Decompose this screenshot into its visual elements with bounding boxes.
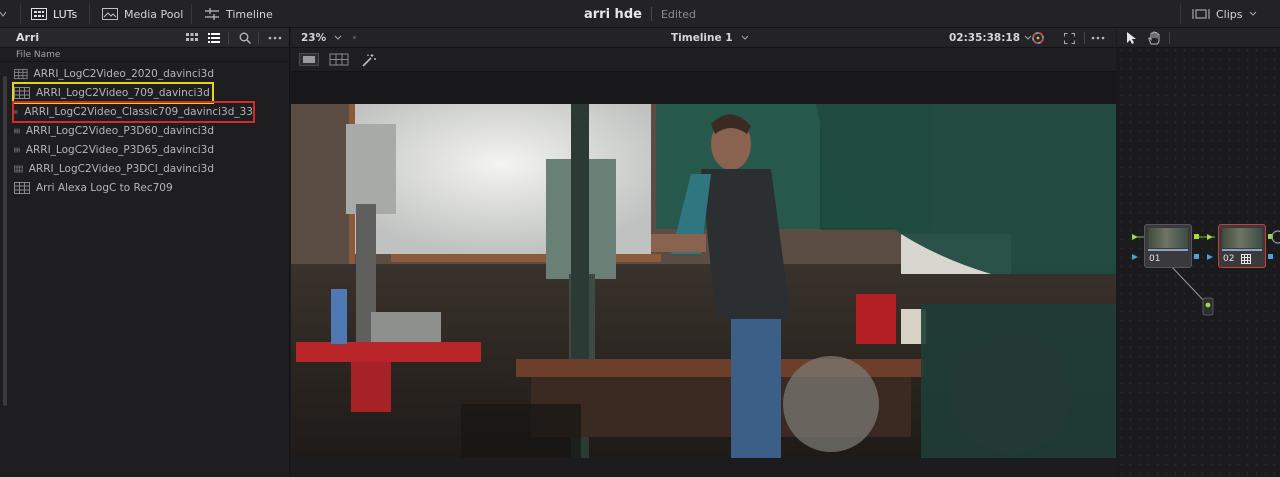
lut-file-icon [14,182,30,194]
clips-button[interactable]: Clips [1192,0,1257,28]
lut-item[interactable]: ARRI_LogC2Video_2020_davinci3d [14,65,214,83]
search-icon [239,32,251,44]
lut-file-icon [14,147,20,153]
grid-view-icon [186,33,198,41]
lut-file-icon [14,165,23,173]
fullscreen-icon [1064,32,1075,44]
lut-file-icon [14,68,28,80]
thumbnail-view-button[interactable] [181,28,203,48]
timeline-name: Timeline 1 [671,32,733,44]
left-edge-stub [0,0,8,28]
file-name-column-header[interactable]: File Name [0,48,289,62]
viewer-header: 23% Timeline 1 02:35:38:18 [291,28,1116,48]
bin-name: Arri [16,31,40,44]
lut-item-highlighted-yellow[interactable]: ARRI_LogC2Video_709_davinci3d [12,82,214,104]
lut-item-label: ARRI_LogC2Video_P3DCI_davinci3d [28,163,214,175]
input-arrow-icon [1132,254,1138,260]
project-title: arri hde [583,6,642,22]
chevron-icon [0,11,6,17]
list-view-icon [208,33,220,43]
media-pool-tab[interactable]: Media Pool [102,0,183,28]
node-02-selected[interactable]: 02 [1218,224,1266,268]
project-status: Edited [660,7,697,21]
lut-item-label: ARRI_LogC2Video_P3D60_davinci3d [25,125,214,137]
chevron-down-icon [1249,11,1256,16]
lut-browser-header: Arri [0,28,289,48]
project-title-area: arri hde Edited [0,0,1280,28]
node-thumbnail [1222,228,1262,248]
output-port[interactable] [1194,234,1199,239]
luts-tab-label: LUTs [53,7,78,21]
magic-wand-button[interactable] [361,53,377,67]
lut-item[interactable]: Arri Alexa LogC to Rec709 [14,179,214,197]
lut-grid-icon [1241,254,1251,264]
node-editor-panel[interactable]: 01 02 [1117,28,1280,477]
magic-wand-icon [362,54,376,67]
lut-item-label: ARRI_LogC2Video_2020_davinci3d [33,68,214,80]
timeline-tab-label: Timeline [226,7,273,21]
viewer-panel: 23% Timeline 1 02:35:38:18 [291,28,1116,477]
gallery-viewer-button[interactable] [329,53,349,66]
column-header-label: File Name [16,49,61,60]
timecode: 02:35:38:18 [949,32,1021,44]
gallery-icon [329,53,349,66]
top-toolbar: LUTs Media Pool Timeline arri hde Edited… [0,0,1280,28]
zoom-dropdown[interactable]: 23% [301,28,342,48]
lut-item[interactable]: ARRI_LogC2Video_P3D65_davinci3d [14,141,214,159]
node-label: 02 [1223,254,1235,264]
single-viewer-button[interactable] [299,53,319,66]
timeline-icon [205,8,219,20]
single-viewer-icon [303,56,315,63]
more-icon [268,36,282,40]
lut-item-label: ARRI_LogC2Video_P3D65_davinci3d [25,144,214,156]
input-arrow-icon [1132,234,1138,240]
luts-tab[interactable]: LUTs [31,0,77,28]
timeline-output-icon [1271,230,1280,244]
lut-item-label: ARRI_LogC2Video_Classic709_davinci3d_33 [24,106,253,118]
clips-label: Clips [1216,7,1243,21]
lut-file-icon [14,128,20,134]
color-wheel-icon [1032,32,1044,44]
media-pool-tab-label: Media Pool [124,7,184,21]
chevron-down-icon [741,35,748,40]
viewer-footer [291,458,1116,477]
fullscreen-button[interactable] [1064,28,1075,48]
input-arrow-icon [1207,254,1213,260]
more-options-button[interactable] [264,28,286,48]
clips-icon [1192,9,1210,19]
more-icon [1091,36,1105,40]
media-pool-icon [102,8,118,20]
lut-file-icon [14,87,30,99]
lut-browser-panel: Arri File Name ARRI_LogC2Video_2020_davi… [0,28,290,477]
output-port[interactable] [1268,254,1273,259]
timeline-dropdown[interactable]: Timeline 1 [671,28,749,48]
input-arrow-icon [1207,234,1213,240]
vertical-scrollbar[interactable] [3,76,7,406]
chevron-down-icon [334,35,342,40]
viewer-toolbar [291,48,1116,72]
viewer-options-button[interactable] [1091,28,1105,48]
lut-file-icon [14,110,19,114]
node-01[interactable]: 01 [1144,224,1192,268]
zoom-value: 23% [301,32,327,44]
lut-item-label: Arri Alexa LogC to Rec709 [36,182,173,194]
list-view-button[interactable] [203,28,225,48]
lut-item[interactable]: ARRI_LogC2Video_P3D60_davinci3d [14,122,214,140]
search-button[interactable] [234,28,256,48]
luts-icon [31,8,47,20]
output-port[interactable] [1194,254,1199,259]
node-thumbnail [1148,228,1188,248]
timecode-dropdown[interactable]: 02:35:38:18 [949,28,1032,48]
video-frame[interactable] [291,104,1116,458]
workshop-scene-image [291,104,1116,458]
lut-item-highlighted-red[interactable]: ARRI_LogC2Video_Classic709_davinci3d_33 [12,101,255,123]
lut-item-label: ARRI_LogC2Video_709_davinci3d [36,87,210,99]
timeline-tab[interactable]: Timeline [204,0,273,28]
color-wheel-button[interactable] [1031,28,1045,48]
node-label: 01 [1149,254,1161,264]
lut-item[interactable]: ARRI_LogC2Video_P3DCI_davinci3d [14,160,214,178]
